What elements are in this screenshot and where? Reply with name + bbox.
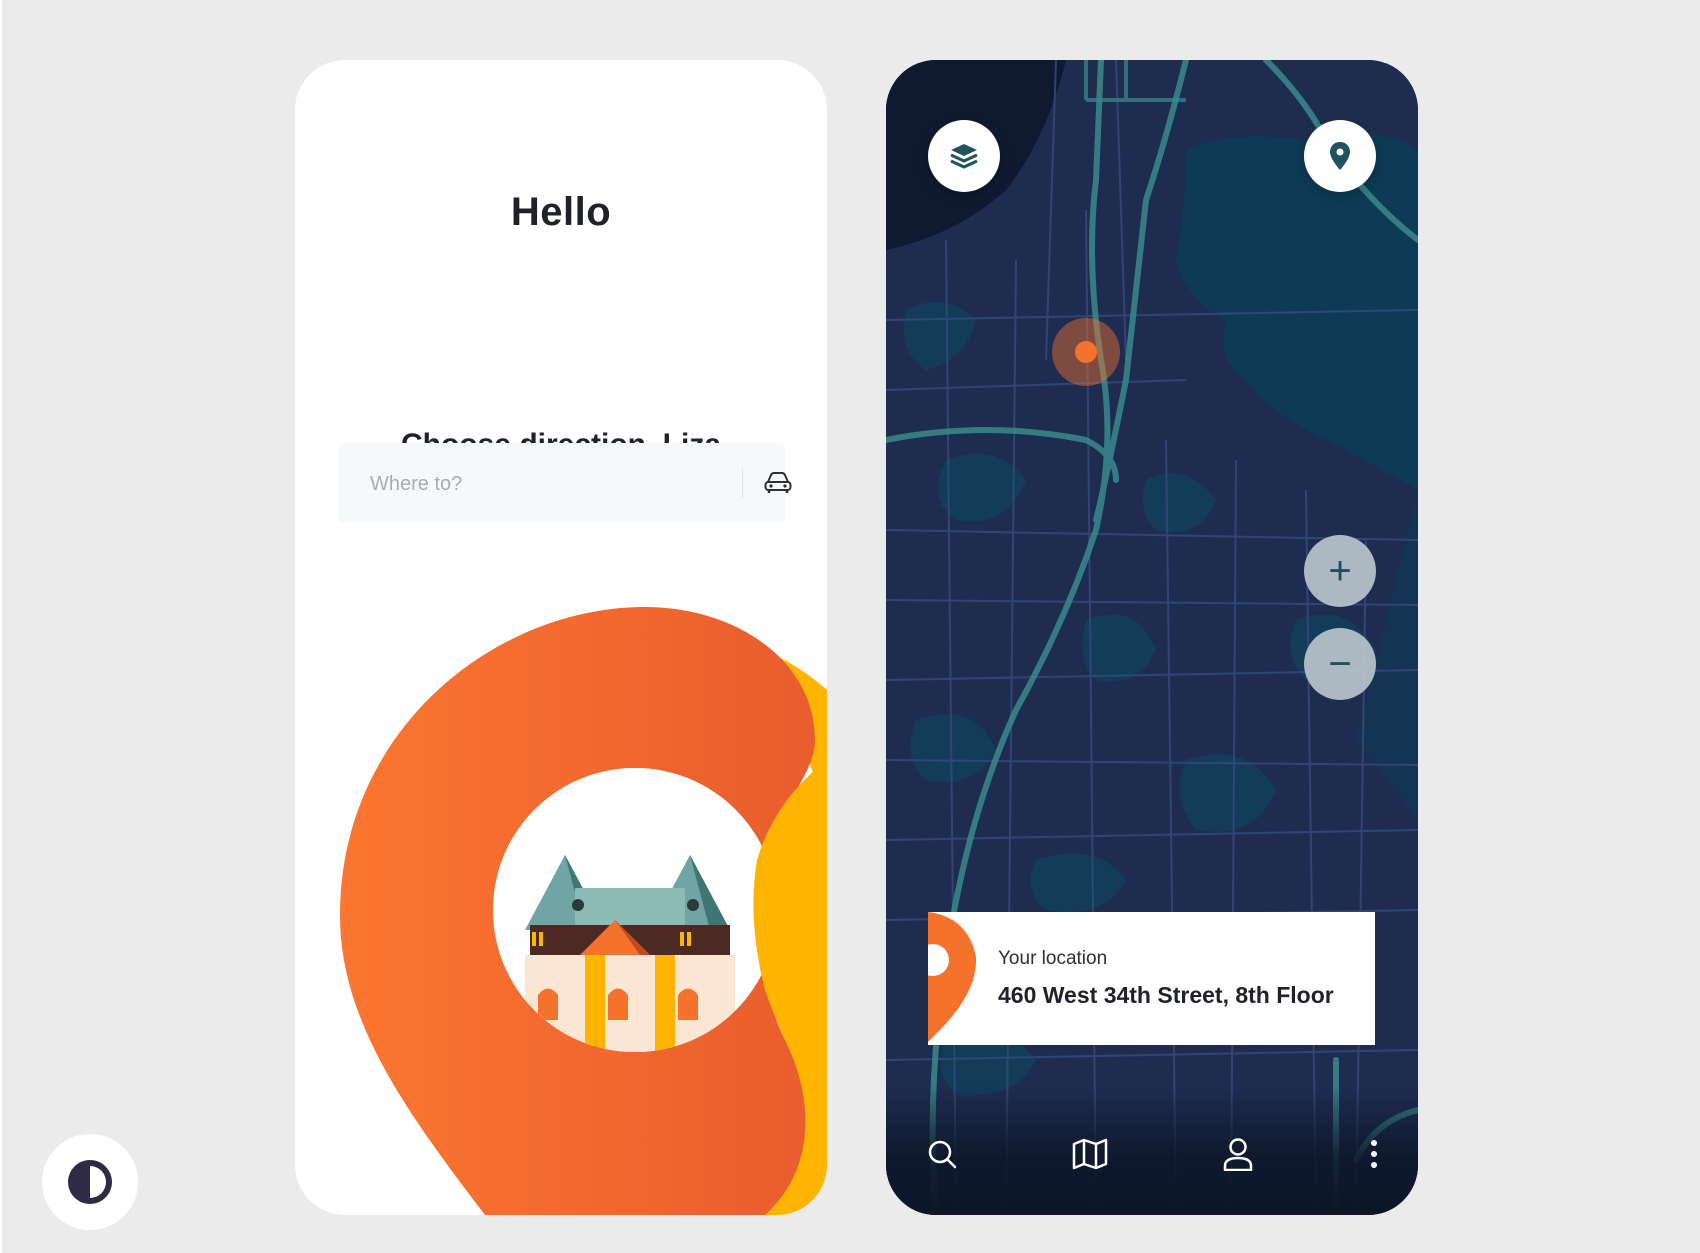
- zoom-out-button[interactable]: −: [1304, 628, 1376, 700]
- map-icon: [1072, 1138, 1108, 1170]
- nav-search[interactable]: [920, 1132, 964, 1176]
- nav-map[interactable]: [1068, 1132, 1112, 1176]
- user-icon: [1223, 1138, 1253, 1171]
- location-illustration: [340, 607, 827, 1215]
- location-label: Your location: [998, 948, 1108, 969]
- plus-icon: +: [1328, 548, 1352, 593]
- contrast-icon: [68, 1160, 112, 1204]
- location-card[interactable]: Your location 460 West 34th Street, 8th …: [928, 912, 1375, 1045]
- search-icon: [928, 1140, 957, 1169]
- more-icon: [1371, 1140, 1377, 1168]
- nav-more[interactable]: [1352, 1132, 1396, 1176]
- nav-profile[interactable]: [1216, 1132, 1260, 1176]
- theme-toggle-button[interactable]: [42, 1134, 138, 1230]
- location-marker-icon: [928, 912, 977, 1042]
- layers-button[interactable]: [928, 120, 1000, 192]
- location-pin-button[interactable]: [1304, 120, 1376, 192]
- canvas-background: [2, 0, 1700, 1253]
- location-address: 460 West 34th Street, 8th Floor: [998, 982, 1334, 1008]
- layers-icon: [950, 144, 978, 169]
- bottom-navigation: [886, 1085, 1418, 1215]
- minus-icon: −: [1328, 641, 1352, 686]
- zoom-in-button[interactable]: +: [1304, 535, 1376, 607]
- map-screen: + − Your location 460 West 34th Street, …: [886, 60, 1418, 1215]
- welcome-screen: Hello Choose direction, Liza: [295, 60, 827, 1215]
- location-pin-icon: [1330, 142, 1350, 170]
